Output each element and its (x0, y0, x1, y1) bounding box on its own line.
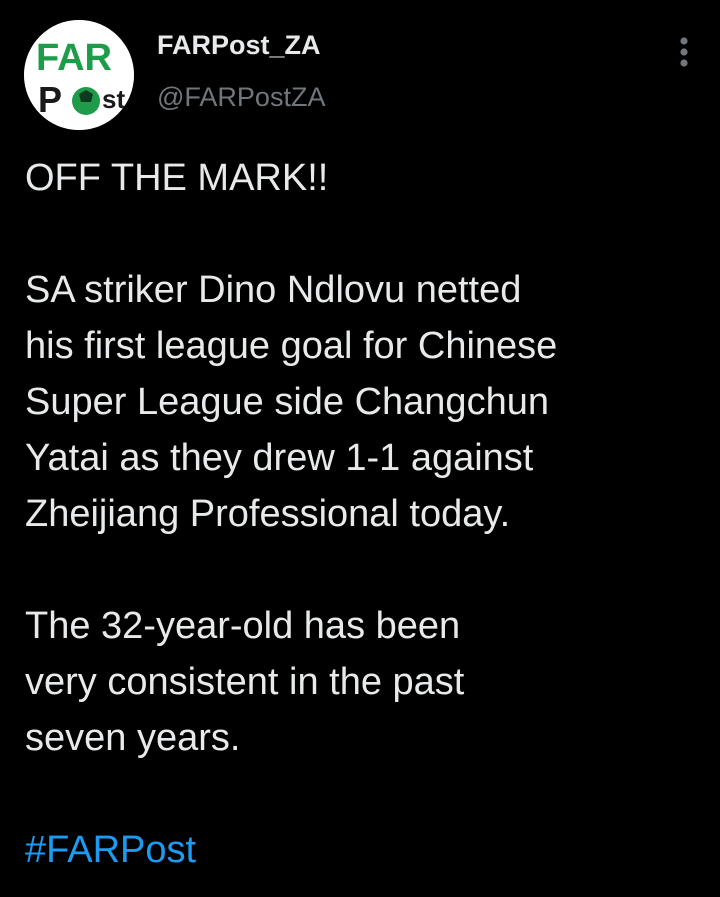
tweet-text: OFF THE MARK!! SA striker Dino Ndlovu ne… (25, 150, 695, 878)
tweet-line: The 32-year-old has been (25, 605, 461, 647)
more-options-button[interactable] (668, 34, 700, 70)
tweet-line: seven years. (25, 717, 241, 759)
svg-text:st: st (102, 84, 125, 114)
svg-text:FAR: FAR (36, 37, 112, 79)
tweet-line: his first league goal for Chinese (25, 325, 558, 367)
tweet-line: SA striker Dino Ndlovu netted (25, 269, 522, 311)
tweet-line: Yatai as they drew 1-1 against (25, 437, 534, 479)
svg-text:P: P (38, 79, 62, 120)
profile-avatar[interactable]: FAR P st (24, 20, 134, 130)
more-options-icon (680, 37, 688, 67)
farpost-logo-icon: FAR P st (24, 20, 134, 130)
tweet-line: very consistent in the past (25, 661, 465, 703)
tweet-line: Zheijiang Professional today. (25, 493, 511, 535)
hashtag-link[interactable]: #FARPost (25, 822, 695, 878)
author-display-name[interactable]: FARPost_ZA (157, 30, 321, 61)
tweet-line: Super League side Changchun (25, 381, 549, 423)
author-handle[interactable]: @FARPostZA (157, 82, 325, 113)
tweet-headline: OFF THE MARK!! (25, 157, 329, 199)
